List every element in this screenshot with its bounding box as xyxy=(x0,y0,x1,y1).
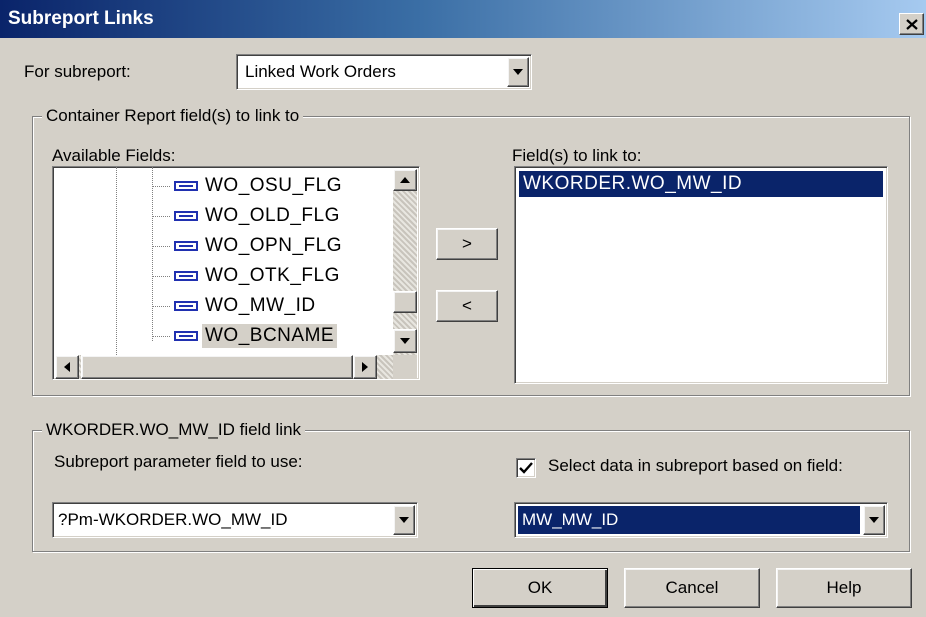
field-icon xyxy=(174,181,198,191)
remove-field-button[interactable]: < xyxy=(436,290,498,322)
chevron-right-icon xyxy=(362,362,368,372)
field-dropdown-button[interactable] xyxy=(863,505,885,535)
field-icon xyxy=(174,301,198,311)
tree-item[interactable]: WO_BCNAME xyxy=(152,321,393,351)
window-title: Subreport Links xyxy=(8,8,154,29)
cancel-button[interactable]: Cancel xyxy=(624,568,760,608)
field-icon xyxy=(174,331,198,341)
param-field-combo[interactable]: ?Pm-WKORDER.WO_MW_ID xyxy=(52,502,418,538)
param-dropdown-button[interactable] xyxy=(393,505,415,535)
tree-item[interactable]: WO_OPN_FLG xyxy=(152,231,393,261)
subreport-label: For subreport: xyxy=(24,62,131,81)
param-field-value: ?Pm-WKORDER.WO_MW_ID xyxy=(58,510,288,529)
field-link-legend: WKORDER.WO_MW_ID field link xyxy=(42,420,306,440)
field-icon xyxy=(174,271,198,281)
chevron-down-icon xyxy=(869,517,879,523)
available-fields-label: Available Fields: xyxy=(52,146,176,165)
tree-item-label: WO_OTK_FLG xyxy=(205,265,340,286)
scroll-right-button[interactable] xyxy=(353,355,377,379)
scroll-thumb[interactable] xyxy=(81,355,353,379)
tree-item-label: WO_MW_ID xyxy=(205,295,316,316)
ok-button[interactable]: OK xyxy=(472,568,608,608)
scroll-thumb[interactable] xyxy=(393,291,417,313)
field-icon xyxy=(174,241,198,251)
subreport-dropdown-button[interactable] xyxy=(507,57,529,87)
linked-fields-label: Field(s) to link to: xyxy=(512,146,642,165)
tree-item[interactable]: WO_OLD_FLG xyxy=(152,201,393,231)
subreport-combo[interactable]: Linked Work Orders xyxy=(236,54,532,90)
tree-item-label: WO_OPN_FLG xyxy=(205,235,342,256)
chevron-left-icon xyxy=(64,362,70,372)
tree-item[interactable]: WO_OSU_FLG xyxy=(152,171,393,201)
scroll-up-button[interactable] xyxy=(393,169,417,191)
subreport-field-combo[interactable]: MW_MW_ID xyxy=(514,502,888,538)
help-button[interactable]: Help xyxy=(776,568,912,608)
chevron-down-icon xyxy=(513,69,523,75)
select-data-checkbox[interactable] xyxy=(516,458,536,478)
field-icon xyxy=(174,211,198,221)
tree-item-label: WO_BCNAME xyxy=(202,324,338,348)
subreport-field-value: MW_MW_ID xyxy=(518,506,860,534)
tree-item[interactable]: WO_OTK_FLG xyxy=(152,261,393,291)
close-icon xyxy=(905,18,918,30)
scroll-left-button[interactable] xyxy=(55,355,79,379)
horizontal-scrollbar[interactable] xyxy=(55,355,393,379)
scroll-down-button[interactable] xyxy=(393,329,417,353)
scroll-corner xyxy=(393,355,417,379)
tree-item-label: WO_OSU_FLG xyxy=(205,175,342,196)
list-item[interactable]: WKORDER.WO_MW_ID xyxy=(519,171,883,197)
container-legend: Container Report field(s) to link to xyxy=(42,106,304,126)
tree-guide-line xyxy=(116,167,117,357)
available-fields-tree[interactable]: WO_OSU_FLG WO_OLD_FLG WO_OPN_FLG WO_OTK_… xyxy=(52,166,420,380)
checkmark-icon xyxy=(519,462,533,474)
title-bar: Subreport Links xyxy=(0,0,926,38)
add-field-button[interactable]: > xyxy=(436,228,498,260)
chevron-up-icon xyxy=(400,177,410,183)
subreport-value: Linked Work Orders xyxy=(245,62,396,81)
vertical-scrollbar[interactable] xyxy=(393,169,417,355)
param-field-label: Subreport parameter field to use: xyxy=(54,452,303,471)
close-button[interactable] xyxy=(899,13,924,35)
chevron-down-icon xyxy=(400,338,410,344)
linked-fields-list[interactable]: WKORDER.WO_MW_ID xyxy=(514,166,888,384)
select-data-label[interactable]: Select data in subreport based on field: xyxy=(548,456,843,476)
tree-item[interactable]: WO_MW_ID xyxy=(152,291,393,321)
tree-item-label: WO_OLD_FLG xyxy=(205,205,340,226)
chevron-down-icon xyxy=(399,517,409,523)
